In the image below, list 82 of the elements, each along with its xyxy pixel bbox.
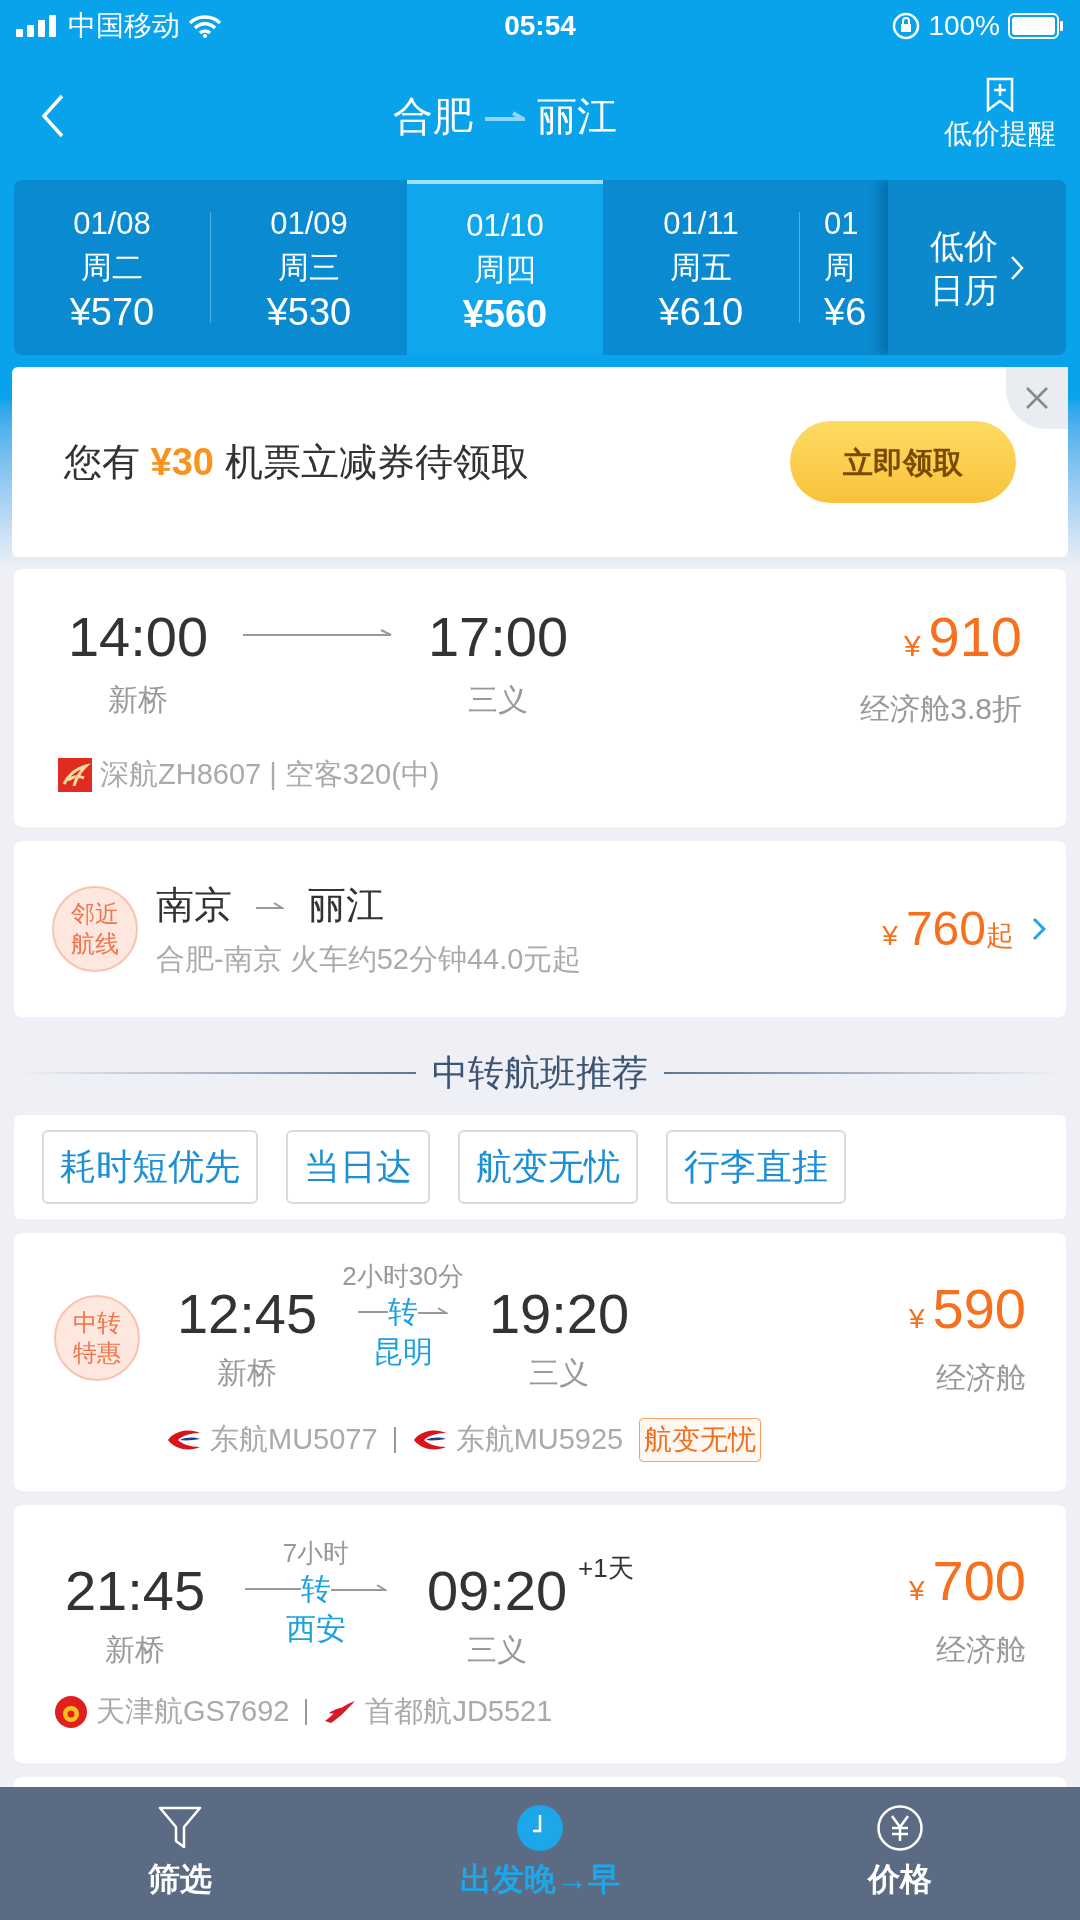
wifi-icon: [188, 14, 222, 38]
cabin-class: 经济舱: [936, 1360, 1026, 1396]
airline-logo-icon: [58, 757, 92, 792]
currency-symbol: ¥: [882, 919, 898, 953]
rotation-lock-icon: [892, 12, 921, 40]
date-tab[interactable]: 01/08 周二 ¥570: [14, 180, 210, 355]
date-tab[interactable]: 01/11 周五 ¥610: [603, 180, 799, 355]
transfer-mark: 转: [301, 1571, 331, 1607]
flight-number: 天津航GS7692: [96, 1694, 290, 1729]
arrival-time: 19:20: [488, 1282, 630, 1346]
transfer-duration: 2小时30分: [342, 1260, 464, 1292]
currency-symbol: ¥: [909, 1302, 925, 1336]
price-suffix: 起: [986, 919, 1014, 953]
price-alert-label[interactable]: 低价提醒: [944, 113, 1056, 155]
arrival-time: 09:20: [426, 1559, 568, 1623]
date-tab[interactable]: 01/10 周四 ¥560: [407, 180, 603, 355]
transfer-flight-card[interactable]: 21:45 新桥 7小时 转 西安 09:20 三义 +1天 ¥700 经济舱 天津航GS7692 首都航JD5521: [14, 1505, 1066, 1763]
battery-percent: 100%: [928, 9, 1000, 43]
transfer-city: 昆明: [373, 1334, 433, 1370]
arrival-airport: 三义: [468, 682, 528, 718]
close-button[interactable]: [1006, 367, 1068, 429]
currency-symbol: ¥: [903, 628, 921, 664]
price: 910: [928, 605, 1022, 669]
toolbar-tab[interactable]: 出发晚→早: [360, 1804, 720, 1903]
flight-number: 东航MU5925: [455, 1422, 624, 1458]
battery-icon: [1008, 13, 1064, 39]
toolbar-tab[interactable]: 价格: [720, 1804, 1080, 1903]
transfer-duration: 7小时: [282, 1537, 350, 1569]
next-day-label: +1天: [578, 1552, 634, 1585]
clock-time: 05:54: [504, 9, 576, 43]
arrival-time: 17:00: [427, 605, 569, 669]
back-icon[interactable]: [40, 94, 66, 138]
date-tab[interactable]: 01 周 ¥6: [800, 180, 888, 355]
coupon-text: 您有 ¥30 机票立减券待领取: [64, 439, 530, 485]
section-title: 中转航班推荐: [432, 1051, 648, 1095]
airline-logo-icon: [54, 1694, 88, 1729]
airline-logo-icon: [323, 1698, 358, 1725]
claim-button[interactable]: 立即领取: [790, 421, 1016, 503]
bookmark-add-icon[interactable]: [985, 77, 1015, 113]
flight-info: 深航ZH8607 | 空客320(中): [100, 757, 440, 792]
departure-airport: 新桥: [105, 1632, 165, 1668]
date-tab[interactable]: 01/09 周三 ¥530: [211, 180, 407, 355]
clock-icon: [517, 1804, 563, 1851]
low-price-calendar-button[interactable]: 低价 日历: [888, 180, 1066, 355]
nearby-destination: 丽江: [308, 882, 384, 928]
departure-airport: 新桥: [108, 682, 168, 718]
destination-city: 丽江: [537, 93, 617, 140]
nearby-route-card[interactable]: 邻近 航线 南京 丽江 合肥-南京 火车约52分钟44.0元起 ¥ 760起: [14, 841, 1066, 1017]
cabin-class: 经济舱3.8折: [860, 691, 1022, 727]
filter-tag[interactable]: 航变无忧: [458, 1130, 638, 1204]
origin-city: 合肥: [393, 93, 473, 140]
arrival-airport: 三义: [529, 1355, 589, 1391]
filter-tag[interactable]: 耗时短优先: [42, 1130, 258, 1204]
price: 590: [932, 1277, 1026, 1341]
departure-airport: 新桥: [217, 1355, 277, 1391]
toolbar-tab[interactable]: 筛选: [0, 1804, 360, 1903]
arrival-airport: 三义: [467, 1632, 527, 1668]
cabin-class: 经济舱: [936, 1632, 1026, 1668]
nearby-detail: 合肥-南京 火车约52分钟44.0元起: [156, 941, 583, 977]
tag-label: 航变无忧: [639, 1418, 762, 1462]
price: 760: [905, 901, 986, 957]
flight-number: 东航MU5077: [210, 1422, 378, 1458]
yen-icon: [877, 1804, 923, 1851]
chevron-right-icon: [1032, 917, 1046, 941]
filter-tag[interactable]: 当日达: [286, 1130, 430, 1204]
promo-badge: 中转 特惠: [54, 1294, 140, 1381]
carrier-name: 中国移动: [68, 9, 180, 43]
flight-number: 首都航JD5521: [365, 1694, 553, 1729]
nearby-origin: 南京: [156, 882, 232, 928]
transfer-city: 西安: [286, 1611, 346, 1647]
departure-time: 12:45: [176, 1282, 318, 1346]
filter-tag[interactable]: 行李直挂: [666, 1130, 846, 1204]
currency-symbol: ¥: [909, 1574, 925, 1608]
filter-icon: [157, 1804, 203, 1851]
flight-card[interactable]: 14:00 新桥 17:00 三义 ¥910 经济舱3.8折 深航ZH8607 | 空客320(中): [14, 569, 1066, 827]
departure-time: 21:45: [64, 1559, 206, 1623]
close-icon: [1025, 386, 1049, 410]
promo-badge: 邻近 航线: [52, 886, 138, 972]
price: 700: [932, 1549, 1026, 1613]
departure-time: 14:00: [67, 605, 209, 669]
chevron-right-icon: [1010, 254, 1024, 281]
transfer-mark: 转: [388, 1294, 418, 1330]
